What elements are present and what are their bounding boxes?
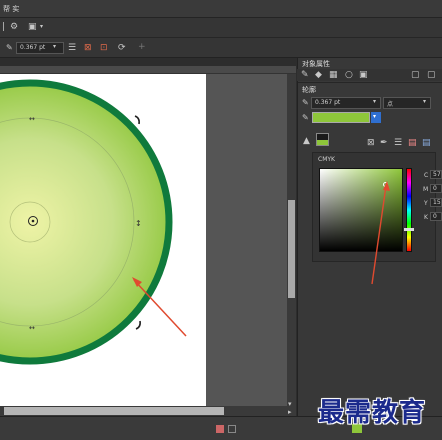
fill-indicator [216,425,224,433]
black-value[interactable]: 0 [430,212,442,221]
magenta-label: M [423,186,429,193]
chevron-down-icon[interactable]: ▾ [40,22,43,32]
panel-annotation-arrow [371,181,390,285]
panel-arrow-line [371,185,387,285]
canvas-drawing[interactable]: ↔ ↔ ↕ [0,74,296,416]
outline-color-icon: ✎ [302,113,309,122]
outline-width-field[interactable]: 0.367 pt [16,42,64,54]
hue-slider-thumb[interactable] [404,228,414,231]
panel-arrow-head [383,181,390,191]
bottom-handle[interactable]: ↔ [29,324,35,332]
frame-icon[interactable]: ▢ [411,70,420,80]
top-handle[interactable]: ↔ [29,115,35,123]
panel-tabs: ✎ ◆ ▦ ○ ▣ ▢ ▢ [297,69,442,81]
right-handle[interactable]: ↕ [135,219,142,228]
horizontal-scroll-thumb[interactable] [4,407,224,415]
eyedropper-icon[interactable]: ✒ [380,138,388,148]
black-label: K [424,214,428,221]
pen-icon: ✎ [302,98,309,107]
standard-toolbar: | ⚙ ▣ ▾ [0,18,442,38]
text-tab-icon[interactable]: ▣ [359,70,368,80]
outline-indicator [228,425,236,433]
separator-icon: | [2,22,6,32]
magenta-value[interactable]: 0 [430,184,442,193]
transparency-tab-icon[interactable]: ▦ [329,70,338,80]
document-options-icon[interactable]: ▣ [28,22,37,32]
watermark: 最需教育 [318,398,427,428]
menu-label[interactable]: 帮 实 [3,4,19,14]
fill-tab-icon[interactable]: ◆ [315,70,322,80]
convert-outline-icon[interactable]: ⟳ [118,43,126,53]
add-icon[interactable]: + [138,42,146,52]
ellipse-tab-icon[interactable]: ○ [345,70,353,80]
rotate-handle-top[interactable] [134,115,140,125]
cyan-value[interactable]: 57 [430,170,442,179]
rotate-handle-bottom[interactable] [135,320,141,330]
mixer-icon[interactable]: ▤ [422,138,431,148]
palette-icon[interactable]: ▤ [408,138,417,148]
pin-icon[interactable]: ▲ [303,136,310,146]
property-bar: ✎ 0.367 pt ▾ ☰ ⊠ ⊡ ⟳ + [0,38,442,58]
chevron-down-icon[interactable]: ▾ [373,97,376,107]
sliders-icon[interactable]: ☰ [394,138,402,148]
gear-icon[interactable]: ⚙ [10,22,18,32]
no-color-icon[interactable]: ⊠ [367,138,375,148]
chevron-down-icon[interactable]: ▾ [53,42,56,52]
frame2-icon[interactable]: ▢ [427,70,436,80]
outline-tab-icon[interactable]: ✎ [301,70,309,80]
hue-slider[interactable] [406,168,412,252]
outline-section-label: 轮廓 [302,86,316,94]
remove-outline-icon[interactable]: ⊠ [84,43,92,53]
yellow-value[interactable]: 15 [430,198,442,207]
scale-outline-icon[interactable]: ⊡ [100,43,108,53]
ellipse-shape[interactable] [0,79,173,365]
color-dropdown-button[interactable]: ▾ [371,112,381,123]
center-dot [31,219,35,223]
cyan-label: C [424,172,429,179]
horizontal-ruler [0,66,296,74]
align-icon[interactable]: ☰ [68,43,76,53]
outline-color-swatch[interactable] [312,112,370,123]
panel-title: 对象属性 [302,60,330,68]
chevron-down-icon[interactable]: ▾ [423,97,426,107]
color-model-label: CMYK [318,156,335,163]
vertical-scroll-thumb[interactable] [288,200,295,298]
pen-icon: ✎ [6,43,13,52]
panel-outline-width-field[interactable]: 0.367 pt [311,97,381,109]
color-preview [316,133,329,146]
menu-bar: 帮 实 [0,0,442,18]
yellow-label: Y [424,200,428,207]
